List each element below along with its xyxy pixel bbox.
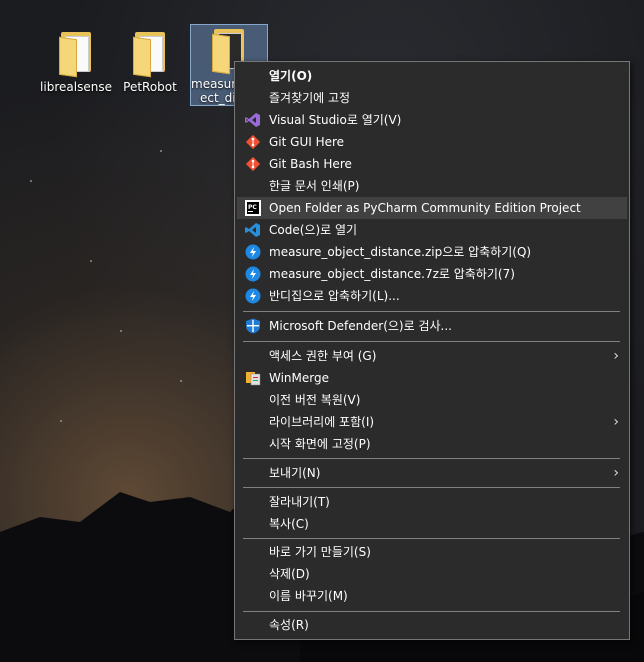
context-menu: 열기(O) 즐겨찾기에 고정 Visual Studio로 열기(V) Git … bbox=[234, 61, 630, 640]
bandizip-icon bbox=[245, 288, 261, 304]
menu-item-pin-quick-access[interactable]: 즐겨찾기에 고정 bbox=[237, 87, 627, 109]
menu-separator bbox=[243, 487, 620, 488]
menu-item-winmerge[interactable]: WinMerge bbox=[237, 367, 627, 389]
winmerge-icon bbox=[246, 372, 261, 386]
menu-item-restore-previous[interactable]: 이전 버전 복원(V) bbox=[237, 389, 627, 411]
vscode-icon bbox=[245, 223, 260, 237]
menu-item-delete[interactable]: 삭제(D) bbox=[237, 563, 627, 585]
menu-item-give-access[interactable]: 액세스 권한 부여 (G) › bbox=[237, 345, 627, 367]
defender-icon bbox=[246, 318, 260, 334]
menu-separator bbox=[243, 458, 620, 459]
desktop-folder-petrobot[interactable]: PetRobot bbox=[112, 28, 188, 94]
menu-item-open[interactable]: 열기(O) bbox=[237, 65, 627, 87]
desktop-icon-label: PetRobot bbox=[123, 80, 177, 94]
menu-item-hangul-print[interactable]: 한글 문서 인쇄(P) bbox=[237, 175, 627, 197]
desktop-icon-label: librealsense bbox=[40, 80, 112, 94]
chevron-right-icon: › bbox=[613, 414, 619, 430]
menu-item-create-shortcut[interactable]: 바로 가기 만들기(S) bbox=[237, 541, 627, 563]
git-icon bbox=[245, 156, 261, 172]
menu-separator bbox=[243, 311, 620, 312]
menu-item-include-library[interactable]: 라이브러리에 포함(I) › bbox=[237, 411, 627, 433]
menu-item-copy[interactable]: 복사(C) bbox=[237, 513, 627, 535]
menu-item-defender-scan[interactable]: Microsoft Defender(으)로 검사... bbox=[237, 315, 627, 337]
chevron-right-icon: › bbox=[613, 465, 619, 481]
desktop-folder-librealsense[interactable]: librealsense bbox=[38, 28, 114, 94]
chevron-right-icon: › bbox=[613, 348, 619, 364]
git-icon bbox=[245, 134, 261, 150]
menu-item-open-visual-studio[interactable]: Visual Studio로 열기(V) bbox=[237, 109, 627, 131]
menu-item-git-bash[interactable]: Git Bash Here bbox=[237, 153, 627, 175]
visual-studio-icon bbox=[245, 113, 260, 127]
menu-item-zip-compress[interactable]: measure_object_distance.zip으로 압축하기(Q) bbox=[237, 241, 627, 263]
menu-item-cut[interactable]: 잘라내기(T) bbox=[237, 491, 627, 513]
menu-separator bbox=[243, 341, 620, 342]
menu-item-rename[interactable]: 이름 바꾸기(M) bbox=[237, 585, 627, 607]
menu-item-open-pycharm[interactable]: PC Open Folder as PyCharm Community Edit… bbox=[237, 197, 627, 219]
menu-item-send-to[interactable]: 보내기(N) › bbox=[237, 462, 627, 484]
folder-icon bbox=[133, 32, 167, 78]
bandizip-icon bbox=[245, 244, 261, 260]
menu-item-git-gui[interactable]: Git GUI Here bbox=[237, 131, 627, 153]
folder-icon bbox=[59, 32, 93, 78]
bandizip-icon bbox=[245, 266, 261, 282]
menu-item-open-vscode[interactable]: Code(으)로 열기 bbox=[237, 219, 627, 241]
menu-separator bbox=[243, 538, 620, 539]
menu-item-7z-compress[interactable]: measure_object_distance.7z로 압축하기(7) bbox=[237, 263, 627, 285]
menu-item-pin-start[interactable]: 시작 화면에 고정(P) bbox=[237, 433, 627, 455]
menu-item-properties[interactable]: 속성(R) bbox=[237, 614, 627, 636]
pycharm-icon: PC bbox=[245, 200, 261, 216]
menu-separator bbox=[243, 611, 620, 612]
svg-text:PC: PC bbox=[248, 204, 257, 211]
menu-item-bandizip-compress[interactable]: 반디집으로 압축하기(L)... bbox=[237, 285, 627, 307]
